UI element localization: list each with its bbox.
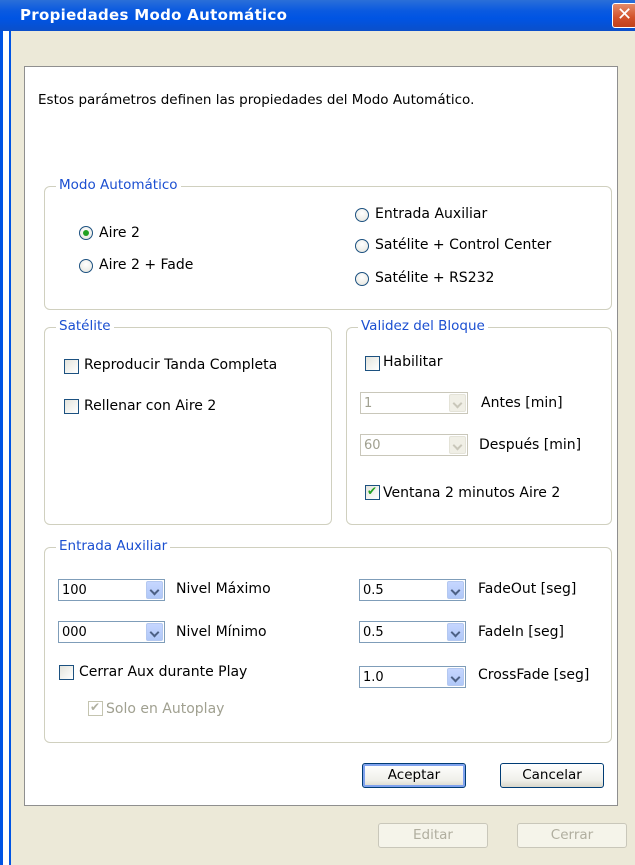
validez-bloque-legend: Validez del Bloque	[358, 318, 488, 334]
entrada-auxiliar-legend: Entrada Auxiliar	[56, 538, 171, 554]
radio-entrada-auxiliar-label[interactable]: Entrada Auxiliar	[375, 206, 487, 222]
antes-value: 1	[364, 396, 373, 411]
fadein-value: 0.5	[363, 625, 384, 640]
despues-value: 60	[364, 438, 381, 453]
radio-satelite-control-center[interactable]	[355, 239, 369, 253]
title-bar: Propiedades Modo Automático ✕	[0, 0, 635, 31]
rellenar-aire2-checkbox[interactable]	[64, 399, 79, 414]
solo-autoplay-label[interactable]: Solo en Autoplay	[106, 701, 224, 717]
chevron-down-icon[interactable]	[146, 581, 163, 599]
fadeout-label: FadeOut [seg]	[478, 581, 577, 597]
crossfade-select[interactable]: 1.0	[359, 666, 466, 688]
radio-aire-2-fade[interactable]	[79, 259, 93, 273]
fadein-select[interactable]: 0.5	[359, 621, 466, 643]
radio-satelite-control-center-label[interactable]: Satélite + Control Center	[375, 237, 551, 253]
nivel-maximo-value: 100	[62, 583, 87, 598]
crossfade-label: CrossFade [seg]	[478, 667, 590, 683]
radio-satelite-rs232[interactable]	[355, 272, 369, 286]
description-text: Estos parámetros definen las propiedades…	[38, 92, 475, 108]
rellenar-aire2-label[interactable]: Rellenar con Aire 2	[84, 398, 216, 414]
chevron-down-icon[interactable]	[146, 623, 163, 641]
nivel-minimo-select[interactable]: 000	[58, 621, 165, 643]
despues-label: Después [min]	[479, 437, 582, 453]
fadein-label: FadeIn [seg]	[478, 624, 565, 640]
chevron-down-icon[interactable]	[449, 436, 466, 454]
radio-aire-2[interactable]	[79, 226, 93, 240]
cerrar-button[interactable]: Cerrar	[517, 823, 627, 848]
habilitar-checkbox[interactable]	[365, 356, 380, 371]
despues-select[interactable]: 60	[360, 434, 468, 456]
crossfade-value: 1.0	[363, 670, 384, 685]
antes-select[interactable]: 1	[360, 392, 468, 414]
radio-entrada-auxiliar[interactable]	[355, 208, 369, 222]
modo-automatico-legend: Modo Automático	[56, 177, 181, 193]
fadeout-select[interactable]: 0.5	[359, 579, 466, 601]
nivel-minimo-value: 000	[62, 625, 87, 640]
reproducir-tanda-checkbox[interactable]	[64, 359, 79, 374]
solo-autoplay-checkbox[interactable]	[88, 700, 103, 716]
nivel-maximo-label: Nivel Máximo	[176, 581, 271, 597]
cerrar-aux-checkbox[interactable]	[59, 665, 74, 680]
aceptar-button[interactable]: Aceptar	[362, 763, 466, 788]
chevron-down-icon[interactable]	[447, 668, 464, 686]
close-icon[interactable]: ✕	[612, 3, 635, 28]
antes-label: Antes [min]	[481, 395, 563, 411]
habilitar-label[interactable]: Habilitar	[383, 354, 443, 370]
nivel-maximo-select[interactable]: 100	[58, 579, 165, 601]
radio-satelite-rs232-label[interactable]: Satélite + RS232	[375, 270, 494, 286]
editar-button[interactable]: Editar	[378, 823, 488, 848]
cerrar-aux-label[interactable]: Cerrar Aux durante Play	[79, 664, 247, 680]
chevron-down-icon[interactable]	[447, 623, 464, 641]
cancelar-button[interactable]: Cancelar	[500, 763, 604, 788]
radio-aire-2-fade-label[interactable]: Aire 2 + Fade	[99, 257, 193, 273]
reproducir-tanda-label[interactable]: Reproducir Tanda Completa	[84, 357, 277, 373]
ventana-label[interactable]: Ventana 2 minutos Aire 2	[383, 485, 560, 501]
chevron-down-icon[interactable]	[447, 581, 464, 599]
chevron-down-icon[interactable]	[449, 394, 466, 412]
satelite-legend: Satélite	[56, 318, 114, 334]
window-title: Propiedades Modo Automático	[20, 6, 288, 24]
ventana-checkbox[interactable]	[365, 484, 380, 500]
window-frame-left	[0, 31, 11, 865]
radio-aire-2-label[interactable]: Aire 2	[99, 225, 140, 241]
nivel-minimo-label: Nivel Mínimo	[176, 624, 267, 640]
fadeout-value: 0.5	[363, 583, 384, 598]
